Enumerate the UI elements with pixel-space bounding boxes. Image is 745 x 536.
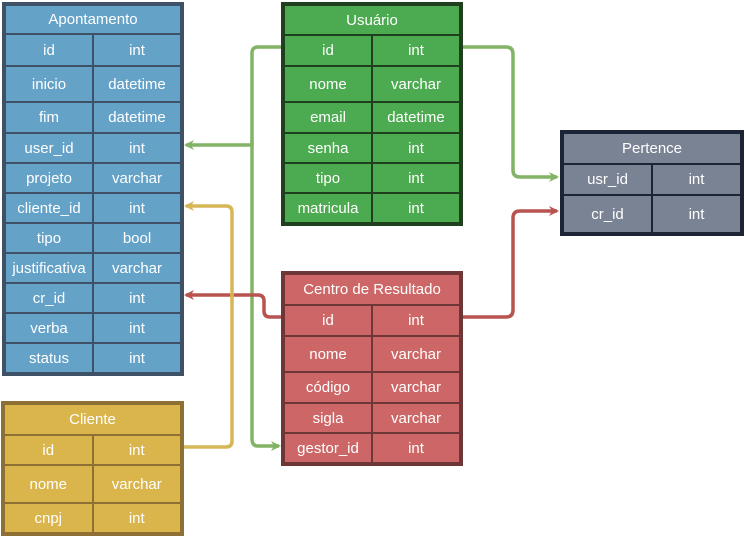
column-type: varchar bbox=[92, 465, 181, 503]
table-usuario[interactable]: Usuário id int nome varchar email datetime senh… bbox=[281, 2, 463, 226]
relation-cliente-apontamento bbox=[183, 201, 234, 449]
column-name: cr_id bbox=[563, 195, 652, 233]
column-name: id bbox=[284, 35, 372, 66]
column-row[interactable]: senha int bbox=[284, 133, 460, 163]
column-type: varchar bbox=[372, 403, 460, 433]
column-name: id bbox=[284, 305, 372, 336]
column-row[interactable]: cliente_id int bbox=[5, 193, 181, 223]
column-type: varchar bbox=[93, 253, 181, 283]
column-row[interactable]: cr_id int bbox=[563, 195, 741, 233]
column-type: datetime bbox=[93, 102, 181, 133]
column-name: user_id bbox=[5, 133, 93, 163]
relation-usuario-centro bbox=[250, 140, 281, 451]
column-name: projeto bbox=[5, 163, 93, 193]
column-name: nome bbox=[284, 66, 372, 102]
relation-usuario-pertence bbox=[462, 45, 559, 182]
column-type: datetime bbox=[372, 102, 460, 133]
table-centro-resultado[interactable]: Centro de Resultado id int nome varchar códig… bbox=[281, 271, 463, 466]
column-name: nome bbox=[284, 336, 372, 372]
column-name: código bbox=[284, 372, 372, 403]
column-row[interactable]: nome varchar bbox=[284, 66, 460, 102]
column-row[interactable]: gestor_id int bbox=[284, 433, 460, 463]
column-type: int bbox=[93, 313, 181, 343]
column-row[interactable]: cnpj int bbox=[4, 503, 181, 533]
column-name: sigla bbox=[284, 403, 372, 433]
column-name: cr_id bbox=[5, 283, 93, 313]
column-row[interactable]: código varchar bbox=[284, 372, 460, 403]
column-type: int bbox=[372, 305, 460, 336]
column-row[interactable]: user_id int bbox=[5, 133, 181, 163]
column-type: int bbox=[652, 195, 741, 233]
table-title: Cliente bbox=[4, 404, 181, 435]
column-row[interactable]: verba int bbox=[5, 313, 181, 343]
column-name: email bbox=[284, 102, 372, 133]
column-type: int bbox=[372, 35, 460, 66]
column-row[interactable]: fim datetime bbox=[5, 102, 181, 133]
column-row[interactable]: id int bbox=[284, 35, 460, 66]
table-title: Apontamento bbox=[5, 5, 181, 34]
column-row[interactable]: matricula int bbox=[284, 193, 460, 223]
relation-usuario-apontamento bbox=[184, 45, 282, 150]
table-title: Centro de Resultado bbox=[284, 274, 460, 305]
column-row[interactable]: id int bbox=[4, 435, 181, 465]
column-type: int bbox=[372, 133, 460, 163]
column-row[interactable]: projeto varchar bbox=[5, 163, 181, 193]
column-name: tipo bbox=[284, 163, 372, 193]
table-apontamento[interactable]: Apontamento id int inicio datetime fim datetim… bbox=[2, 2, 184, 376]
relation-centro-pertence bbox=[462, 206, 559, 319]
column-name: cnpj bbox=[4, 503, 93, 533]
column-type: varchar bbox=[372, 372, 460, 403]
column-row[interactable]: tipo int bbox=[284, 163, 460, 193]
column-row[interactable]: id int bbox=[284, 305, 460, 336]
column-row[interactable]: nome varchar bbox=[284, 336, 460, 372]
column-type: datetime bbox=[93, 66, 181, 102]
column-row[interactable]: tipo bool bbox=[5, 223, 181, 253]
column-name: cliente_id bbox=[5, 193, 93, 223]
table-cliente[interactable]: Cliente id int nome varchar cnpj int bbox=[1, 401, 184, 536]
column-row[interactable]: justificativa varchar bbox=[5, 253, 181, 283]
column-row[interactable]: status int bbox=[5, 343, 181, 373]
column-type: varchar bbox=[372, 66, 460, 102]
column-name: verba bbox=[5, 313, 93, 343]
column-name: id bbox=[4, 435, 93, 465]
column-type: int bbox=[372, 193, 460, 223]
column-type: int bbox=[372, 163, 460, 193]
column-type: varchar bbox=[93, 163, 181, 193]
column-name: nome bbox=[4, 465, 93, 503]
column-type: int bbox=[93, 34, 181, 66]
column-row[interactable]: id int bbox=[5, 34, 181, 66]
column-type: int bbox=[93, 283, 181, 313]
column-name: matricula bbox=[284, 193, 372, 223]
column-name: tipo bbox=[5, 223, 93, 253]
column-type: int bbox=[372, 433, 460, 463]
column-row[interactable]: inicio datetime bbox=[5, 66, 181, 102]
column-name: id bbox=[5, 34, 93, 66]
column-name: status bbox=[5, 343, 93, 373]
column-type: int bbox=[93, 193, 181, 223]
column-name: senha bbox=[284, 133, 372, 163]
column-type: int bbox=[93, 133, 181, 163]
column-row[interactable]: usr_id int bbox=[563, 164, 741, 195]
table-title: Usuário bbox=[284, 5, 460, 35]
column-row[interactable]: nome varchar bbox=[4, 465, 181, 503]
column-row[interactable]: sigla varchar bbox=[284, 403, 460, 433]
relation-centro-apontamento bbox=[184, 290, 282, 319]
column-type: varchar bbox=[372, 336, 460, 372]
column-name: justificativa bbox=[5, 253, 93, 283]
column-type: int bbox=[92, 435, 181, 465]
column-name: fim bbox=[5, 102, 93, 133]
column-name: usr_id bbox=[563, 164, 652, 195]
column-name: inicio bbox=[5, 66, 93, 102]
column-row[interactable]: cr_id int bbox=[5, 283, 181, 313]
table-title: Pertence bbox=[563, 133, 741, 164]
column-type: bool bbox=[93, 223, 181, 253]
column-name: gestor_id bbox=[284, 433, 372, 463]
column-type: int bbox=[92, 503, 181, 533]
table-pertence[interactable]: Pertence usr_id int cr_id int bbox=[560, 130, 744, 236]
column-type: int bbox=[652, 164, 741, 195]
column-type: int bbox=[93, 343, 181, 373]
column-row[interactable]: email datetime bbox=[284, 102, 460, 133]
